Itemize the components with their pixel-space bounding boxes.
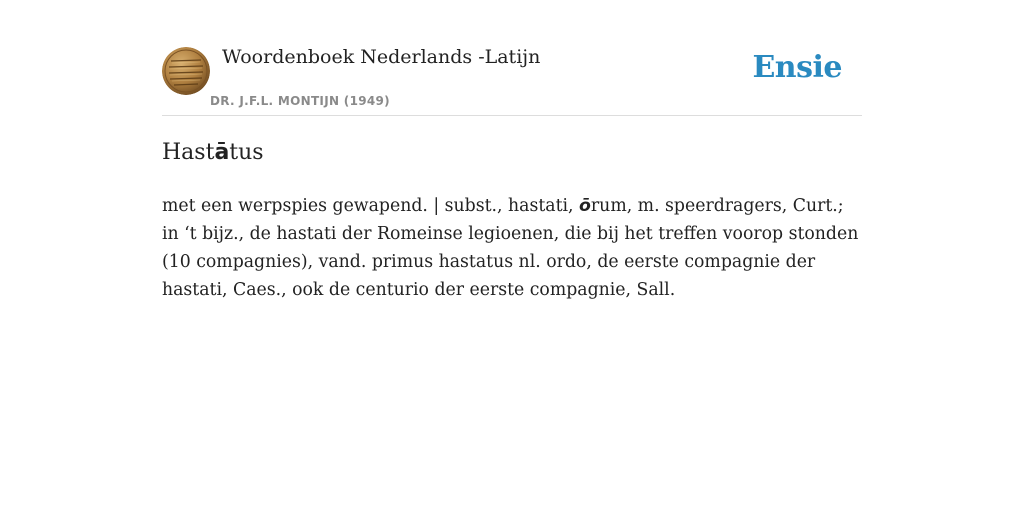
entry-definition: met een werpspies gewapend. | subst., ha… <box>162 192 862 304</box>
book-title[interactable]: Woordenboek Nederlands -Latijn <box>222 46 540 68</box>
header: Woordenboek Nederlands -Latijn DR. J.F.L… <box>162 40 862 116</box>
entry-title: Hastātus <box>162 140 264 165</box>
entry-body-pre: met een werpspies gewapend. | subst., ha… <box>162 196 580 216</box>
entry-title-accent: ā <box>214 140 230 165</box>
entry-title-post: tus <box>229 140 264 165</box>
page-content: Woordenboek Nederlands -Latijn DR. J.F.L… <box>162 40 862 300</box>
coin-seal-icon[interactable] <box>162 47 210 95</box>
book-author: DR. J.F.L. MONTIJN (1949) <box>210 94 390 108</box>
entry-body-accent: ō <box>579 196 591 216</box>
site-logo[interactable]: Ensie <box>752 50 842 85</box>
entry-title-pre: Hast <box>162 140 215 165</box>
